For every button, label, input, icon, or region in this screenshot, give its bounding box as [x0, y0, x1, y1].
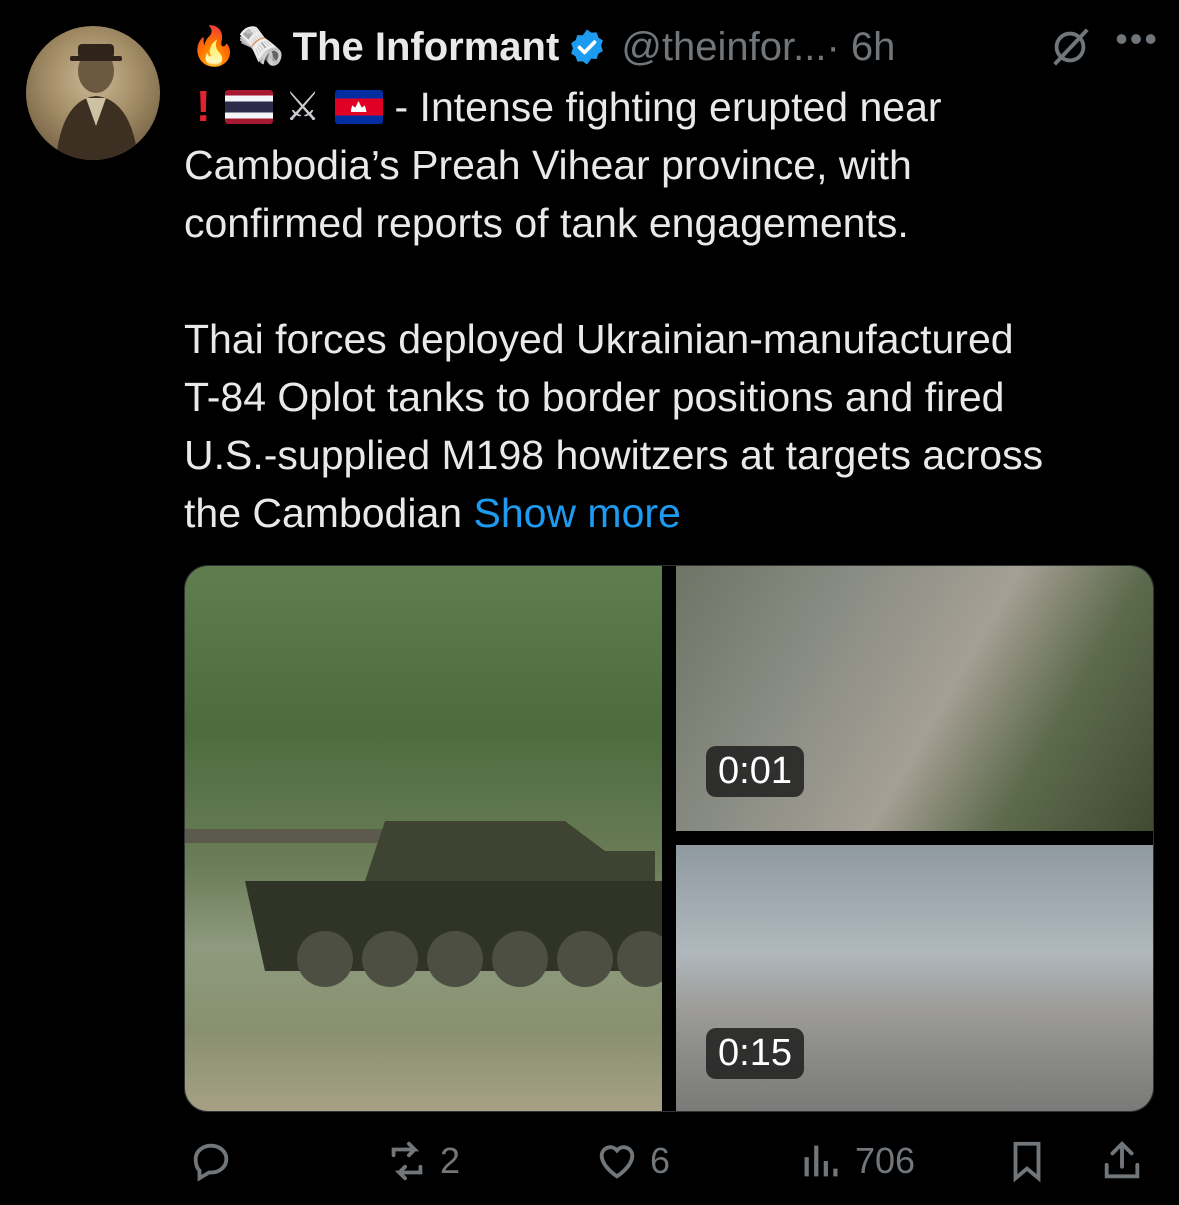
views-button[interactable]: 706	[799, 1138, 915, 1184]
video-duration-1: 0:01	[706, 746, 804, 797]
grok-icon[interactable]	[1047, 24, 1093, 70]
bookmark-icon	[1013, 1141, 1041, 1183]
tank-illustration	[185, 821, 662, 987]
media-image-tank[interactable]	[185, 566, 662, 1111]
header-emojis: 🔥🗞️	[190, 26, 285, 68]
text-line-2: Cambodia’s Preah Vihear province, with	[184, 142, 912, 188]
like-button[interactable]: 6	[594, 1138, 670, 1184]
tweet-time[interactable]: · 6h	[826, 25, 895, 70]
heart-icon	[599, 1145, 635, 1179]
repost-icon	[391, 1141, 423, 1181]
video-duration-2: 0:15	[706, 1028, 804, 1079]
reply-button[interactable]	[188, 1138, 244, 1184]
author-handle[interactable]: @theinfor...	[621, 25, 826, 70]
media-video-soldier[interactable]: 0:01	[676, 566, 1153, 831]
media-grid: 0:01 0:15	[184, 565, 1154, 1112]
more-options-icon[interactable]: •••	[1115, 18, 1159, 60]
tweet-text: ! ⚔ - Intense fighting erupted near Camb…	[184, 78, 1154, 542]
cambodia-flag-icon	[334, 90, 383, 124]
show-more-link[interactable]: Show more	[473, 490, 680, 536]
media-video-road[interactable]: 0:15	[676, 845, 1153, 1111]
text-line-3: confirmed reports of tank engagements.	[184, 200, 909, 246]
like-count: 6	[650, 1140, 671, 1181]
repost-button[interactable]: 2	[384, 1138, 460, 1184]
text-line-1: - Intense fighting erupted near	[394, 84, 942, 130]
repost-count: 2	[440, 1140, 461, 1181]
exclamation-icon: !	[196, 82, 211, 131]
share-button[interactable]	[1099, 1138, 1145, 1184]
thailand-flag-icon	[224, 90, 273, 124]
crossed-swords-icon: ⚔	[284, 85, 321, 129]
text-line-4: Thai forces deployed Ukrainian-manufactu…	[184, 316, 1014, 362]
tweet-header: 🔥🗞️ The Informant @theinfor... · 6h	[190, 18, 1159, 76]
share-icon	[1104, 1141, 1140, 1179]
text-line-7: the Cambodian Show more	[184, 484, 1154, 542]
bookmark-button[interactable]	[1004, 1138, 1050, 1184]
verified-badge-icon	[571, 29, 604, 65]
views-icon	[804, 1145, 838, 1177]
text-line-6: U.S.-supplied M198 howitzers at targets …	[184, 432, 1044, 478]
view-count: 706	[855, 1140, 916, 1181]
reply-icon	[193, 1143, 229, 1182]
author-name[interactable]: The Informant	[293, 25, 560, 70]
author-avatar[interactable]	[26, 26, 160, 160]
text-line-5: T-84 Oplot tanks to border positions and…	[184, 374, 1005, 420]
action-bar: 2 6 706	[184, 1130, 1149, 1190]
text-line-7-text: the Cambodian	[184, 490, 463, 536]
